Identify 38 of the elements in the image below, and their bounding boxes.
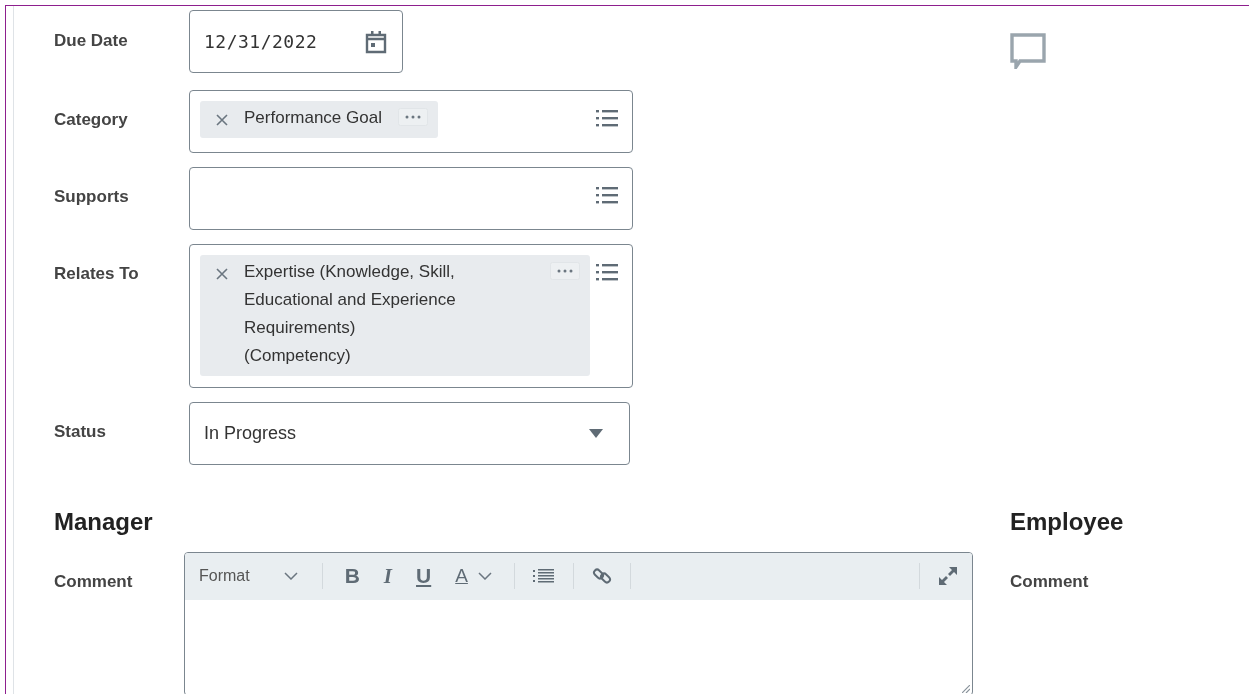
field-label: Status [54, 421, 107, 442]
more-icon[interactable] [397, 108, 428, 126]
multiselect-field[interactable]: Expertise (Knowledge, Skill, Educational and Experience Requirements) (Competency) [189, 244, 633, 388]
multiselect-field[interactable] [189, 167, 633, 230]
field-label: Supports [54, 186, 130, 207]
comment-icon[interactable] [1010, 33, 1046, 69]
field-label: Relates To [54, 263, 140, 284]
remove-icon[interactable] [216, 114, 228, 126]
field-label: Comment [54, 570, 134, 592]
link-icon[interactable] [591, 566, 612, 586]
tag-text: Performance Goal [244, 107, 382, 129]
dropdown-arrow-icon [589, 428, 603, 439]
section-heading: Manager [54, 507, 154, 537]
more-icon[interactable] [550, 262, 580, 280]
field-label: Category [54, 109, 129, 130]
resize-handle-icon [962, 684, 970, 693]
section-heading: Employee [1010, 507, 1125, 537]
tag-text: Expertise (Knowledge, Skill, Educational and Experience Requirements) (Competency) [244, 261, 457, 367]
bold-button[interactable]: B [336, 564, 368, 588]
expand-icon[interactable] [938, 566, 958, 586]
remove-icon[interactable] [216, 268, 228, 280]
chevron-down-icon [477, 572, 492, 580]
bulleted-list-icon[interactable] [532, 568, 555, 584]
field-label: Due Date [54, 30, 129, 51]
italic-button[interactable]: I [375, 563, 401, 589]
list-icon[interactable] [596, 262, 618, 282]
comment-editor[interactable]: Format B I U A [184, 551, 973, 694]
date-field[interactable]: 12/31/2022 [189, 10, 403, 73]
field-label: Comment [1010, 570, 1090, 592]
list-icon[interactable] [596, 108, 618, 128]
underline-button[interactable]: U [408, 564, 440, 588]
chevron-down-icon [283, 572, 298, 580]
status-dropdown[interactable]: In Progress [189, 402, 630, 465]
multiselect-field[interactable]: Performance Goal [189, 90, 633, 153]
text-color-button[interactable]: A [447, 565, 500, 587]
calendar-icon [364, 29, 388, 54]
list-icon[interactable] [596, 185, 618, 205]
format-dropdown[interactable]: Format [199, 567, 298, 585]
